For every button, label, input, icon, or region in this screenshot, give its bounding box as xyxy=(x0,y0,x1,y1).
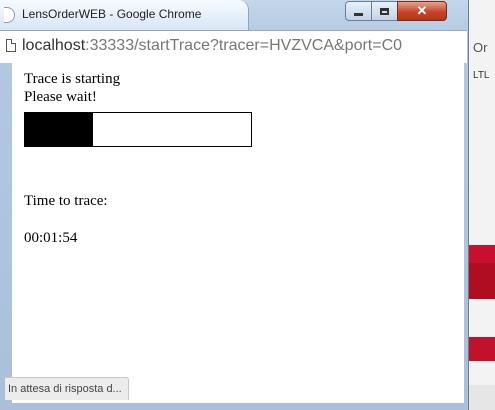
background-footer xyxy=(468,385,495,410)
close-button[interactable]: ✕ xyxy=(397,1,447,21)
wait-message: Please wait! xyxy=(24,89,97,105)
title-tab[interactable]: LensOrderWEB - Google Chrome xyxy=(0,0,249,31)
browser-window: LensOrderWEB - Google Chrome ✕ localhost… xyxy=(0,0,469,410)
status-bar: In attesa di risposta d... xyxy=(5,377,129,400)
maximize-button[interactable] xyxy=(371,1,398,21)
url-host: localhost xyxy=(22,37,86,54)
background-red-band xyxy=(468,245,495,263)
background-window: Or LTL xyxy=(468,0,495,410)
address-bar[interactable]: localhost:33333/startTrace?tracer=HVZVCA… xyxy=(0,30,467,64)
minimize-button[interactable] xyxy=(345,1,372,21)
background-red-band xyxy=(468,263,495,299)
url-path: :33333/startTrace?tracer=HVZVCA&port=C0 xyxy=(85,37,403,54)
page-icon xyxy=(6,39,16,52)
status-heading: Trace is starting xyxy=(24,71,121,87)
close-icon: ✕ xyxy=(416,3,428,18)
time-label: Time to trace: xyxy=(24,193,108,209)
chrome-icon xyxy=(4,7,15,23)
background-red-band xyxy=(468,337,495,361)
progress-bar xyxy=(24,112,252,147)
progress-fill xyxy=(25,113,93,146)
maximize-icon xyxy=(380,7,389,15)
background-text: LTL xyxy=(473,70,490,81)
window-controls: ✕ xyxy=(345,1,447,23)
time-value: 00:01:54 xyxy=(24,230,78,246)
page-content: Trace is starting Please wait! Time to t… xyxy=(12,63,464,403)
background-text: Or xyxy=(473,40,488,55)
url-text[interactable]: localhost:33333/startTrace?tracer=HVZVCA… xyxy=(22,37,402,55)
minimize-icon xyxy=(354,13,363,16)
window-title: LensOrderWEB - Google Chrome xyxy=(22,7,202,21)
